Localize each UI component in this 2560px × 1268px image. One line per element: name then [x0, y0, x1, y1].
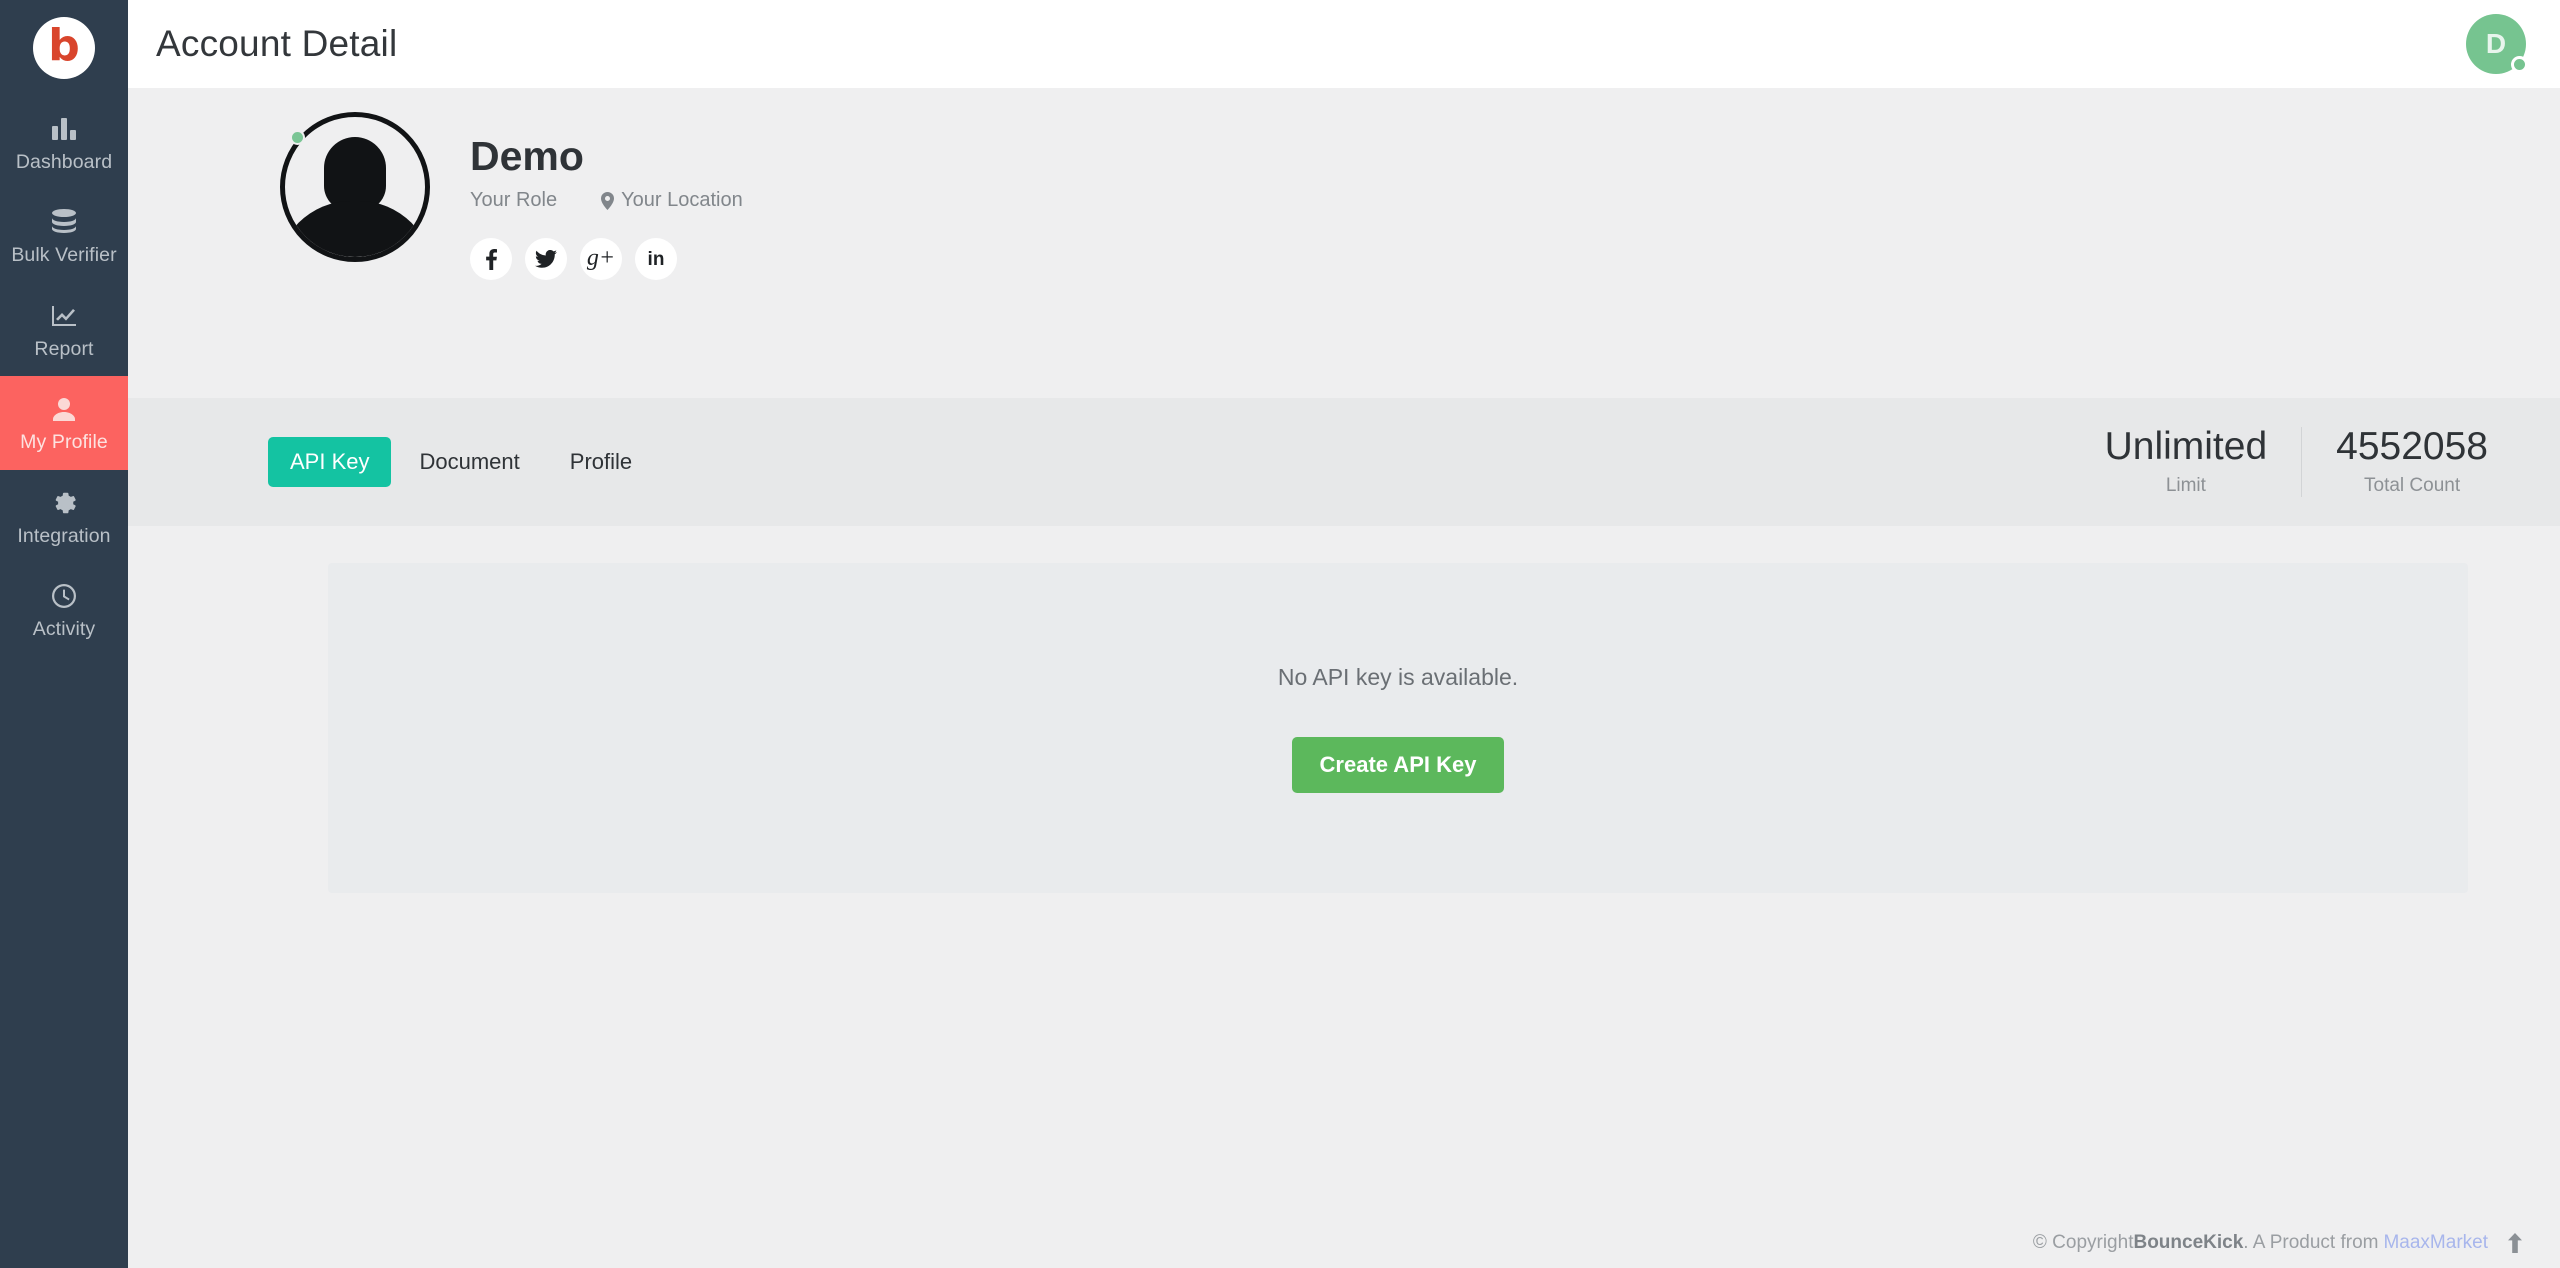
clock-icon — [51, 581, 77, 611]
sidebar-label-integration: Integration — [17, 524, 111, 547]
sidebar: b Dashboard Bulk Verifier Report My Prof… — [0, 0, 128, 1268]
user-icon — [51, 394, 77, 424]
sidebar-label-activity: Activity — [32, 618, 96, 641]
top-header: Account Detail D — [128, 0, 2560, 88]
gear-icon — [51, 488, 77, 518]
page-title: Account Detail — [156, 23, 398, 64]
footer-brand: BounceKick — [2133, 1232, 2244, 1253]
footer-copyright-prefix: © Copyright — [2032, 1232, 2134, 1253]
sidebar-item-report[interactable]: Report — [0, 283, 128, 376]
profile-location-label: Your Location — [621, 189, 743, 212]
stat-total-count-value: 4552058 — [2336, 425, 2488, 469]
database-icon — [50, 207, 78, 237]
stat-total-count: 4552058 Total Count — [2301, 425, 2522, 497]
avatar-silhouette-head — [324, 137, 386, 211]
online-status-dot — [2511, 56, 2528, 73]
top-header-right: D — [2466, 14, 2528, 74]
content-area: No API key is available. Create API Key … — [128, 526, 2560, 1268]
avatar-silhouette-body — [285, 201, 425, 257]
profile-online-dot — [290, 130, 305, 145]
sidebar-item-integration[interactable]: Integration — [0, 470, 128, 563]
profile-meta: Your Role Your Location — [470, 189, 743, 212]
profile-info: Demo Your Role Your Location g+ in — [470, 112, 743, 281]
logo-circle: b — [33, 17, 95, 79]
tab-profile[interactable]: Profile — [548, 437, 654, 487]
sidebar-label-report: Report — [34, 337, 94, 360]
tab-api-key[interactable]: API Key — [268, 437, 392, 487]
arrow-up-icon[interactable] — [2508, 1233, 2522, 1253]
stat-limit-value: Unlimited — [2104, 425, 2268, 469]
stat-total-count-label: Total Count — [2364, 474, 2461, 496]
linkedin-icon[interactable]: in — [635, 238, 677, 281]
profile-role: Your Role — [470, 189, 558, 212]
create-api-key-button[interactable]: Create API Key — [1291, 736, 1505, 793]
social-links: g+ in — [470, 238, 743, 281]
google-plus-icon[interactable]: g+ — [580, 238, 622, 281]
profile-avatar-wrap — [280, 112, 430, 262]
tab-document[interactable]: Document — [397, 437, 541, 487]
main-area: Account Detail D Demo Your Role Your Loc… — [128, 0, 2560, 1268]
stat-limit-label: Limit — [2165, 474, 2206, 496]
maaxmarket-link[interactable]: MaaxMarket — [2383, 1232, 2488, 1254]
avatar-initial: D — [2485, 27, 2507, 59]
facebook-icon[interactable] — [470, 238, 512, 281]
app-logo[interactable]: b — [0, 0, 128, 96]
bar-chart-icon — [51, 114, 77, 144]
sidebar-item-activity[interactable]: Activity — [0, 563, 128, 656]
profile-location: Your Location — [601, 189, 743, 212]
google-plus-glyph: g+ — [586, 245, 616, 272]
linkedin-glyph: in — [647, 248, 665, 270]
api-key-panel: No API key is available. Create API Key — [328, 563, 2468, 893]
sidebar-item-my-profile[interactable]: My Profile — [0, 376, 128, 470]
stat-limit: Unlimited Limit — [2071, 425, 2302, 497]
map-pin-icon — [601, 191, 615, 210]
profile-name: Demo — [470, 133, 584, 179]
footer-middle-text: . A Product from — [2243, 1232, 2379, 1253]
line-chart-icon — [50, 301, 78, 331]
avatar[interactable]: D — [2466, 14, 2528, 74]
sidebar-item-dashboard[interactable]: Dashboard — [0, 96, 128, 189]
tab-bar: API Key Document Profile Unlimited Limit… — [128, 398, 2560, 526]
app-root: b Dashboard Bulk Verifier Report My Prof… — [0, 0, 2560, 1268]
tab-list: API Key Document Profile — [268, 437, 654, 487]
twitter-icon[interactable] — [525, 238, 567, 281]
stats-group: Unlimited Limit 4552058 Total Count — [2071, 425, 2522, 497]
sidebar-label-bulk-verifier: Bulk Verifier — [11, 244, 117, 267]
sidebar-label-dashboard: Dashboard — [15, 151, 113, 173]
empty-state-message: No API key is available. — [1277, 663, 1519, 690]
footer: © Copyright BounceKick . A Product from … — [2033, 1232, 2522, 1254]
logo-letter: b — [48, 20, 80, 71]
sidebar-item-bulk-verifier[interactable]: Bulk Verifier — [0, 189, 128, 282]
sidebar-label-my-profile: My Profile — [20, 431, 108, 454]
profile-hero: Demo Your Role Your Location g+ in — [128, 88, 2560, 398]
